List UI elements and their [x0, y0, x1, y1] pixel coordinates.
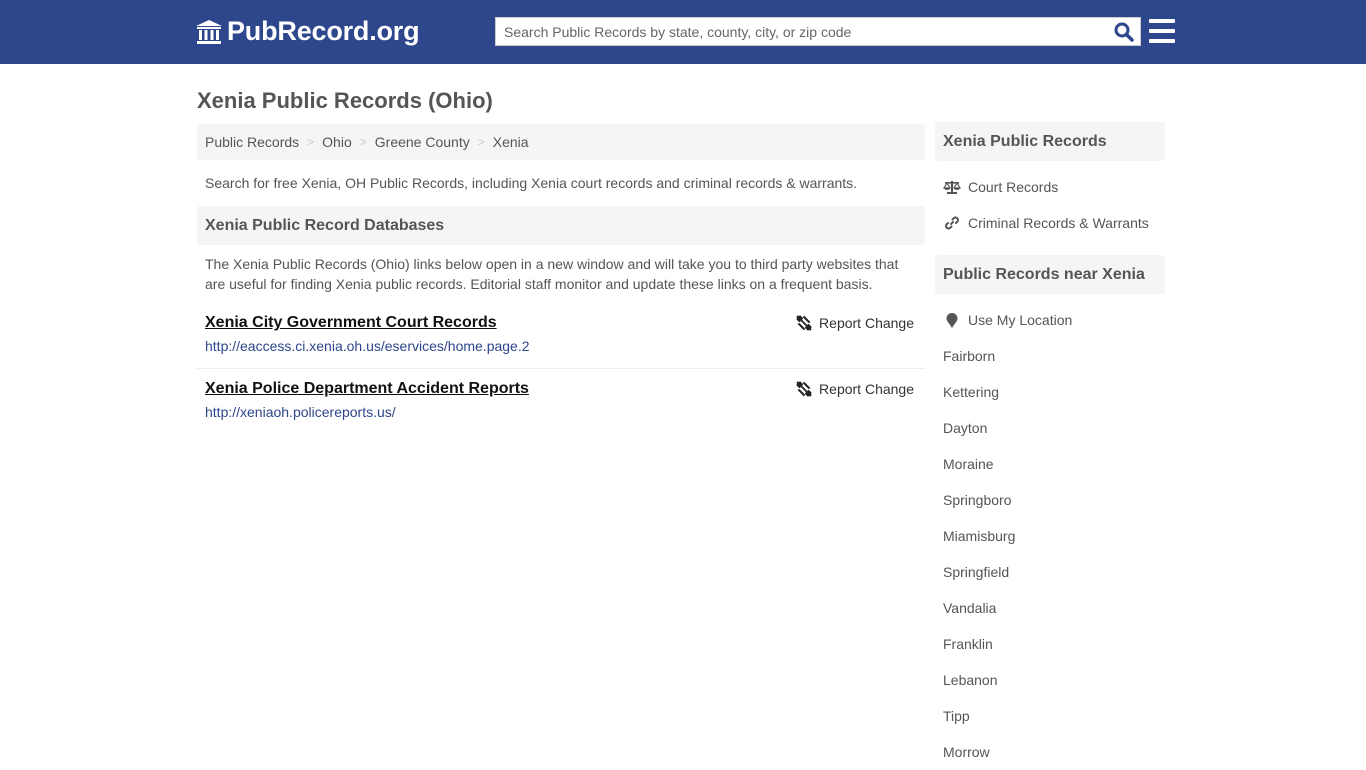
breadcrumb-public-records[interactable]: Public Records [205, 134, 299, 150]
menu-bar [1149, 39, 1175, 43]
intro-text: Search for free Xenia, OH Public Records… [205, 175, 858, 191]
search-bar [495, 17, 1141, 46]
map-marker-icon [943, 312, 961, 328]
report-change-button[interactable]: Report Change [796, 315, 914, 331]
balance-scale-icon [943, 180, 961, 194]
nearby-cities-list: Use My Location Fairborn Kettering Dayto… [935, 302, 1165, 770]
breadcrumb-separator: > [307, 135, 315, 149]
sidebar: Xenia Public Records Court Records Crimi… [935, 122, 1165, 770]
broken-link-icon [796, 315, 812, 331]
sidebar-records-list: Court Records Criminal Records & Warrant… [935, 169, 1165, 241]
record-item: Xenia City Government Court Records http… [197, 313, 925, 368]
search-input[interactable] [496, 18, 1108, 45]
record-title-link[interactable]: Xenia City Government Court Records [205, 313, 497, 333]
sidebar-item-criminal-records[interactable]: Criminal Records & Warrants [943, 205, 1165, 241]
report-change-label: Report Change [819, 381, 914, 397]
nearby-city-item[interactable]: Tipp [943, 698, 1165, 734]
nearby-city-link[interactable]: Springboro [943, 492, 1012, 508]
breadcrumb-greene-county[interactable]: Greene County [375, 134, 470, 150]
link-icon [943, 216, 961, 230]
report-change-label: Report Change [819, 315, 914, 331]
breadcrumb-separator: > [477, 135, 485, 149]
nearby-city-item[interactable]: Springfield [943, 554, 1165, 590]
nearby-city-link[interactable]: Moraine [943, 456, 994, 472]
nearby-city-item[interactable]: Springboro [943, 482, 1165, 518]
nearby-city-item[interactable]: Franklin [943, 626, 1165, 662]
sidebar-heading-records: Xenia Public Records [935, 122, 1165, 161]
nearby-city-item[interactable]: Miamisburg [943, 518, 1165, 554]
sidebar-item-court-records[interactable]: Court Records [943, 169, 1165, 205]
nearby-city-link[interactable]: Fairborn [943, 348, 995, 364]
nearby-city-item[interactable]: Fairborn [943, 338, 1165, 374]
nearby-city-item[interactable]: Lebanon [943, 662, 1165, 698]
nearby-city-link[interactable]: Tipp [943, 708, 970, 724]
nearby-city-item[interactable]: Moraine [943, 446, 1165, 482]
use-my-location-link[interactable]: Use My Location [968, 312, 1072, 328]
report-change-button[interactable]: Report Change [796, 381, 914, 397]
site-logo[interactable]: PubRecord.org [195, 16, 420, 47]
nearby-city-item[interactable]: Dayton [943, 410, 1165, 446]
menu-bar [1149, 19, 1175, 23]
page-title: Xenia Public Records (Ohio) [197, 88, 493, 113]
nearby-city-link[interactable]: Vandalia [943, 600, 996, 616]
nearby-city-link[interactable]: Franklin [943, 636, 993, 652]
courthouse-icon [196, 19, 222, 44]
breadcrumb-ohio[interactable]: Ohio [322, 134, 352, 150]
broken-link-icon [796, 381, 812, 397]
sidebar-heading-nearby: Public Records near Xenia [935, 255, 1165, 294]
top-navbar: PubRecord.org [0, 0, 1366, 64]
record-title-link[interactable]: Xenia Police Department Accident Reports [205, 379, 529, 399]
nearby-city-link[interactable]: Miamisburg [943, 528, 1015, 544]
nearby-city-item[interactable]: Vandalia [943, 590, 1165, 626]
record-item: Xenia Police Department Accident Reports… [197, 368, 925, 428]
nearby-city-link[interactable]: Springfield [943, 564, 1009, 580]
record-url-link[interactable]: http://eaccess.ci.xenia.oh.us/eservices/… [205, 338, 917, 354]
court-records-link[interactable]: Court Records [968, 179, 1058, 195]
databases-description: The Xenia Public Records (Ohio) links be… [205, 256, 899, 292]
nearby-city-link[interactable]: Morrow [943, 744, 990, 760]
logo-text: PubRecord.org [227, 16, 420, 46]
hamburger-menu-button[interactable] [1149, 19, 1175, 43]
databases-heading: Xenia Public Record Databases [197, 206, 925, 245]
criminal-records-link[interactable]: Criminal Records & Warrants [968, 215, 1149, 231]
record-url-link[interactable]: http://xeniaoh.policereports.us/ [205, 404, 917, 420]
nearby-city-link[interactable]: Dayton [943, 420, 987, 436]
nearby-city-item[interactable]: Morrow [943, 734, 1165, 770]
breadcrumb: Public Records > Ohio > Greene County > … [197, 124, 925, 160]
main-content: Public Records > Ohio > Greene County > … [197, 124, 925, 428]
breadcrumb-separator: > [359, 135, 367, 149]
nearby-city-link[interactable]: Kettering [943, 384, 999, 400]
nearby-city-item[interactable]: Kettering [943, 374, 1165, 410]
breadcrumb-xenia[interactable]: Xenia [493, 134, 529, 150]
menu-bar [1149, 29, 1175, 33]
search-icon [1114, 22, 1134, 42]
nearby-city-link[interactable]: Lebanon [943, 672, 998, 688]
search-button[interactable] [1108, 18, 1140, 45]
use-my-location-item[interactable]: Use My Location [943, 302, 1165, 338]
